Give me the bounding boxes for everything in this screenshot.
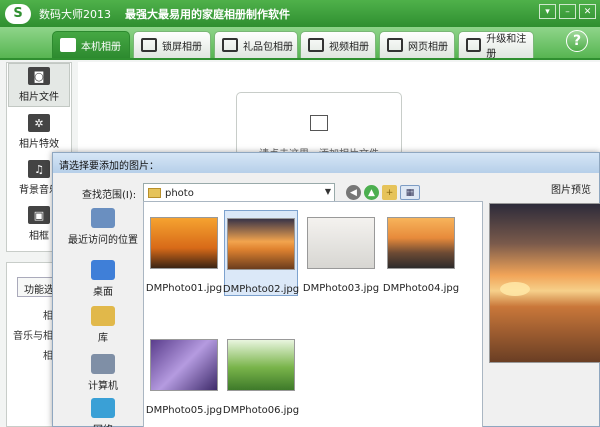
file-list: DMPhoto01.jpg DMPhoto02.jpg DMPhoto03.jp… — [143, 201, 483, 427]
preview-label: 图片预览 — [551, 185, 591, 196]
file-item[interactable]: DMPhoto01.jpg — [145, 210, 223, 296]
file-name: DMPhoto04.jpg — [382, 283, 460, 294]
place-recent[interactable]: 最近访问的位置 — [63, 208, 143, 246]
place-network[interactable]: 网络 — [63, 398, 143, 427]
tab-label: 锁屏相册 — [162, 41, 202, 53]
menu-dropdown-icon[interactable]: ▾ — [539, 4, 556, 19]
place-label: 库 — [98, 333, 108, 344]
sidebar-item-photo-effects[interactable]: ✲ 相片特效 — [8, 109, 70, 153]
camera-icon: ◙ — [28, 67, 50, 85]
title-bar: S 数码大师2013 最强大最易用的家庭相册制作软件 ▾ – ✕ — [0, 0, 600, 27]
tab-web-album[interactable]: 网页相册 — [379, 31, 455, 58]
close-icon[interactable]: ✕ — [579, 4, 596, 19]
app-logo: S — [5, 3, 31, 24]
recent-places-icon — [91, 208, 115, 228]
tab-gift-album[interactable]: 礼品包相册 — [214, 31, 298, 58]
monitor-icon — [141, 38, 157, 52]
add-picture-dialog: 请选择要添加的图片： 查找范围(I): photo ▼ ◀ ▲ + ▦ 最近访问… — [52, 152, 600, 427]
view-menu-icon[interactable]: ▦ — [400, 185, 420, 200]
network-icon — [91, 398, 115, 418]
photo-thumbnail — [227, 339, 295, 391]
place-label: 计算机 — [88, 381, 118, 392]
app-slogan: 最强大最易用的家庭相册制作软件 — [125, 7, 290, 21]
desktop-icon — [91, 260, 115, 280]
look-in-select[interactable]: photo ▼ — [143, 183, 335, 203]
look-in-value: photo — [165, 187, 194, 199]
add-photo-icon — [310, 115, 328, 131]
tab-label: 网页相册 — [408, 41, 448, 53]
window-controls: ▾ – ✕ — [539, 4, 596, 19]
folder-icon — [148, 188, 161, 198]
place-label: 最近访问的位置 — [68, 235, 138, 246]
tab-label: 礼品包相册 — [243, 41, 293, 53]
photo-thumbnail — [387, 217, 455, 269]
app-title: 数码大师2013 — [39, 7, 111, 21]
file-name: DMPhoto05.jpg — [145, 405, 223, 416]
file-item[interactable]: DMPhoto04.jpg — [382, 210, 460, 296]
photo-thumbnail — [150, 217, 218, 269]
person-icon — [60, 38, 76, 52]
file-name: DMPhoto03.jpg — [302, 283, 380, 294]
place-label: 网络 — [93, 421, 113, 427]
place-label: 桌面 — [93, 287, 113, 298]
place-computer[interactable]: 计算机 — [63, 354, 143, 392]
tab-label: 升级和注册 — [486, 34, 527, 60]
dialog-title: 请选择要添加的图片： — [53, 153, 599, 173]
new-folder-icon[interactable]: + — [382, 185, 397, 200]
file-item[interactable]: DMPhoto05.jpg — [145, 332, 223, 418]
sidebar-item-photo-files[interactable]: ◙ 相片文件 — [8, 63, 70, 107]
sidebar-item-label: 相片特效 — [19, 139, 59, 150]
sidebar-item-label: 相框 — [29, 231, 49, 242]
up-folder-icon[interactable]: ▲ — [364, 185, 379, 200]
preview-image — [489, 203, 600, 363]
tab-video-album[interactable]: 视频相册 — [300, 31, 376, 58]
file-name: DMPhoto06.jpg — [222, 405, 300, 416]
gift-icon — [222, 38, 238, 52]
places-bar: 最近访问的位置 桌面 库 计算机 网络 — [63, 208, 143, 427]
music-icon: ♫ — [28, 160, 50, 178]
frame-icon: ▣ — [28, 206, 50, 224]
file-item[interactable]: DMPhoto03.jpg — [302, 210, 380, 296]
file-name: DMPhoto02.jpg — [222, 284, 300, 295]
add-photo-drop-zone[interactable]: 请点击这里，添加相片文件 — [236, 92, 402, 160]
preview-sun-glow — [500, 282, 530, 296]
place-library[interactable]: 库 — [63, 306, 143, 344]
look-in-label: 查找范围(I): — [82, 190, 137, 201]
film-icon — [308, 38, 324, 52]
effects-icon: ✲ — [28, 114, 50, 132]
file-name: DMPhoto01.jpg — [145, 283, 223, 294]
back-icon[interactable]: ◀ — [346, 185, 361, 200]
sidebar-item-label: 相片文件 — [19, 92, 59, 103]
upgrade-icon — [466, 38, 482, 52]
tab-label: 视频相册 — [329, 41, 369, 53]
main-tab-bar: 本机相册 锁屏相册 礼品包相册 视频相册 网页相册 升级和注册 — [0, 27, 600, 60]
computer-icon — [91, 354, 115, 374]
photo-thumbnail — [307, 217, 375, 269]
browser-icon — [387, 38, 403, 52]
chevron-down-icon: ▼ — [324, 187, 331, 196]
photo-thumbnail — [227, 218, 295, 270]
library-icon — [91, 306, 115, 326]
tab-local-album[interactable]: 本机相册 — [52, 31, 130, 58]
preview-pane: 图片预览 — [489, 181, 600, 427]
tab-lockscreen-album[interactable]: 锁屏相册 — [133, 31, 211, 58]
place-desktop[interactable]: 桌面 — [63, 260, 143, 298]
help-icon[interactable]: ? — [566, 30, 588, 52]
file-item[interactable]: DMPhoto06.jpg — [222, 332, 300, 418]
minimize-icon[interactable]: – — [559, 4, 576, 19]
tab-upgrade-register[interactable]: 升级和注册 — [458, 31, 534, 60]
photo-thumbnail — [150, 339, 218, 391]
tab-label: 本机相册 — [81, 41, 121, 53]
file-item[interactable]: DMPhoto02.jpg — [222, 210, 300, 296]
